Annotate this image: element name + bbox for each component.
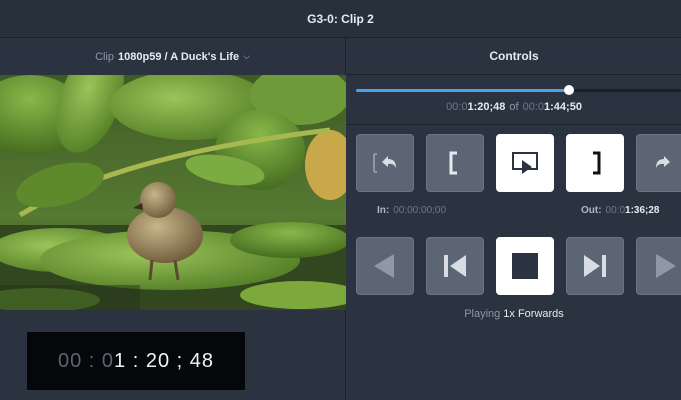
step-back-button[interactable] xyxy=(426,237,484,295)
scrub-handle[interactable] xyxy=(564,85,574,95)
fast-forward-button[interactable] xyxy=(636,237,681,295)
out-point: Out: 00:01:36;28 xyxy=(581,205,659,216)
redo-icon xyxy=(656,156,670,168)
duckling-video-frame xyxy=(0,75,346,310)
mark-out-button[interactable] xyxy=(566,134,624,192)
position-current-leading: 00:0 xyxy=(446,101,468,113)
timecode-leading: 00 : 0 xyxy=(57,349,115,372)
step-forward-icon xyxy=(584,255,606,277)
undo-button[interactable] xyxy=(356,134,414,192)
in-value: 00:00:00;00 xyxy=(393,205,447,216)
clip-selector[interactable]: Clip 1080p59 / A Duck's Life ⌵ xyxy=(0,38,345,75)
timecode-display: 00 : 0 1 : 20 ; 48 xyxy=(27,332,245,390)
window-title: G3-0: Clip 2 xyxy=(307,11,374,26)
status-value: 1x Forwards xyxy=(503,308,564,320)
clip-label: Clip xyxy=(95,50,115,63)
out-value: 1:36;28 xyxy=(625,205,660,216)
in-point: In: 00:00:00;00 xyxy=(377,205,446,216)
app-window: G3-0: Clip 2 Clip 1080p59 / A Duck's Lif… xyxy=(0,0,681,400)
chevron-down-icon: ⌵ xyxy=(243,51,250,61)
controls-panel: Controls 00:01:20;48 of 00:01:44;50 In: … xyxy=(347,38,681,400)
rewind-icon xyxy=(374,254,394,278)
undo-icon xyxy=(373,153,396,173)
mark-out-icon xyxy=(593,151,601,175)
timecode-value: 1 : 20 ; 48 xyxy=(114,349,214,372)
scrub-bar[interactable] xyxy=(356,85,681,95)
title-bar: G3-0: Clip 2 xyxy=(0,0,681,38)
fast-forward-icon xyxy=(656,254,676,278)
position-of: of xyxy=(509,101,519,113)
mark-in-icon xyxy=(449,151,457,175)
rewind-button[interactable] xyxy=(356,237,414,295)
position-total-leading: 00:0 xyxy=(522,101,545,113)
position-total: 1:44;50 xyxy=(544,101,582,113)
scrub-bar-fill xyxy=(356,89,569,92)
video-preview xyxy=(0,75,346,310)
controls-title: Controls xyxy=(489,49,539,63)
step-forward-button[interactable] xyxy=(566,237,624,295)
out-label: Out: xyxy=(581,205,602,216)
clip-name: 1080p59 / A Duck's Life xyxy=(118,50,240,63)
position-readout: 00:01:20;48 of 00:01:44;50 xyxy=(347,101,681,113)
out-value-leading: 00:0 xyxy=(605,205,626,216)
position-current: 1:20;48 xyxy=(467,101,506,113)
controls-header: Controls xyxy=(347,38,681,75)
playback-status: Playing 1x Forwards xyxy=(347,308,681,320)
in-label: In: xyxy=(377,205,390,216)
redo-button[interactable] xyxy=(636,134,681,192)
stop-button[interactable] xyxy=(496,237,554,295)
stop-icon xyxy=(512,253,538,279)
mark-in-button[interactable] xyxy=(426,134,484,192)
play-to-monitor-icon xyxy=(512,152,538,174)
status-label: Playing xyxy=(464,308,501,320)
play-to-monitor-button[interactable] xyxy=(496,134,554,192)
clip-panel: Clip 1080p59 / A Duck's Life ⌵ 00: 0 1 … xyxy=(0,38,346,400)
step-back-icon xyxy=(444,255,466,277)
divider xyxy=(347,124,681,125)
